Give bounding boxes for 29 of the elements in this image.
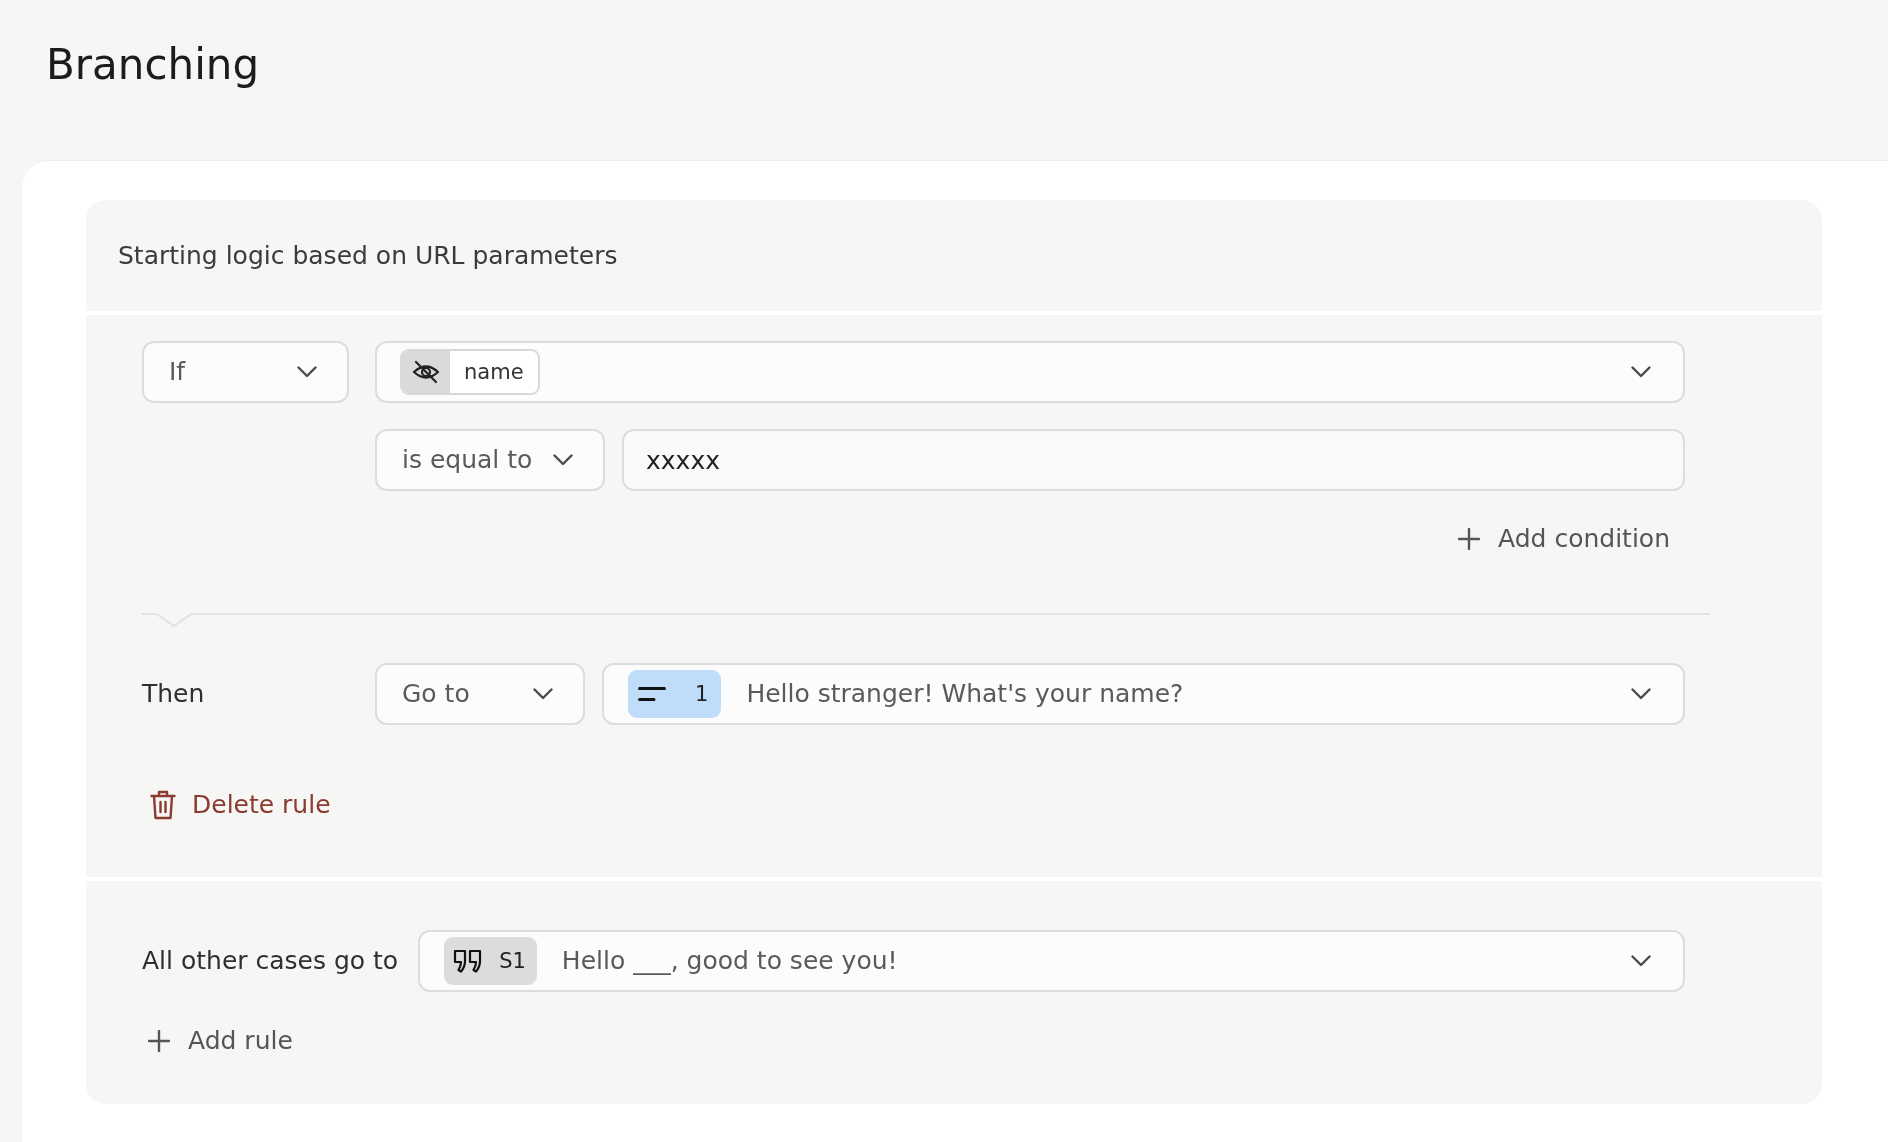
trash-icon [150,790,176,820]
fallback-label: All other cases go to [142,946,399,976]
question-number: 1 [695,681,709,708]
field-name: name [463,359,525,386]
operator-select[interactable]: is equal to [375,429,605,491]
text-lines-icon [638,687,666,701]
chevron-down-icon [1631,688,1651,700]
chevron-down-icon [297,366,317,378]
then-label: Then [142,679,206,709]
add-condition-button[interactable]: Add condition [1458,524,1670,554]
page-title: Branching [46,39,260,91]
chevron-down-icon [1631,955,1651,967]
statement-number: S1 [499,948,526,975]
plus-icon [148,1030,170,1052]
chevron-down-icon [1631,366,1651,378]
eye-slash-icon [402,351,450,393]
value-field[interactable]: xxxxx [622,429,1685,491]
connector-select[interactable]: If [142,341,349,403]
field-select[interactable]: name [375,341,1685,403]
action-select[interactable]: Go to [375,663,585,725]
add-rule-button[interactable]: Add rule [148,1026,293,1056]
chevron-down-icon [533,688,553,700]
fallback-select[interactable]: S1 Hello ___, good to see you! [418,930,1685,992]
target-select[interactable]: 1 Hello stranger! What's your name? [602,663,1685,725]
quote-icon [453,949,484,973]
card-title: Starting logic based on URL parameters [118,240,618,271]
chevron-down-icon [553,454,573,466]
delete-rule-button[interactable]: Delete rule [150,790,331,820]
plus-icon [1458,528,1481,550]
